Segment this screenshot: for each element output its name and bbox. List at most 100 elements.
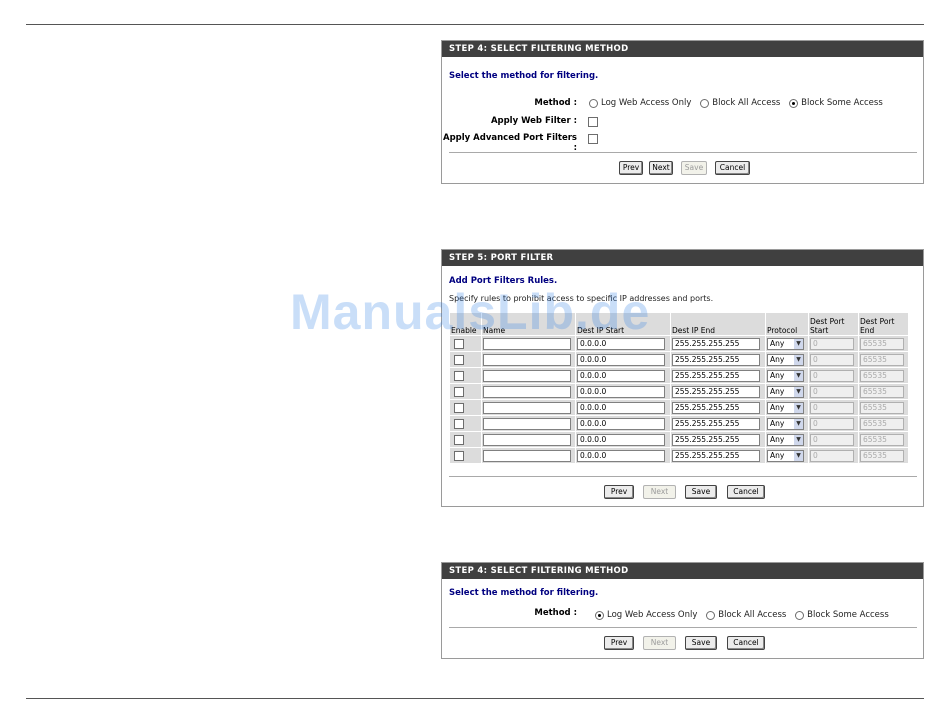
enable-checkbox[interactable] — [454, 434, 464, 445]
save-button[interactable]: Save — [685, 485, 717, 499]
chevron-down-icon[interactable]: ▼ — [794, 354, 803, 365]
dest-ip-end-input[interactable]: 255.255.255.255 — [672, 417, 760, 430]
protocol-select[interactable]: Any ▼ — [767, 401, 804, 414]
dest-ip-start-input[interactable]: 0.0.0.0 — [577, 369, 665, 382]
enable-checkbox[interactable] — [454, 354, 464, 365]
radio-icon-log[interactable] — [595, 610, 604, 620]
dest-port-end-input[interactable]: 65535 — [860, 449, 904, 462]
dest-ip-end-input[interactable]: 255.255.255.255 — [672, 449, 760, 462]
dest-ip-start-input[interactable]: 0.0.0.0 — [577, 433, 665, 446]
dest-ip-end-input[interactable]: 255.255.255.255 — [672, 337, 760, 350]
protocol-cell: Any ▼ — [765, 447, 809, 464]
next-button[interactable]: Next — [649, 161, 673, 175]
cancel-button[interactable]: Cancel — [727, 636, 765, 650]
protocol-select[interactable]: Any ▼ — [767, 337, 804, 350]
chevron-down-icon[interactable]: ▼ — [794, 386, 803, 397]
enable-checkbox[interactable] — [454, 402, 464, 413]
save-button[interactable]: Save — [681, 161, 707, 175]
next-button[interactable]: Next — [643, 636, 676, 650]
dest-ip-end-input[interactable]: 255.255.255.255 — [672, 369, 760, 382]
name-input[interactable] — [483, 337, 571, 350]
dest-port-start-input[interactable]: 0 — [810, 417, 854, 430]
dest-port-start-input[interactable]: 0 — [810, 337, 854, 350]
divider — [449, 627, 917, 628]
protocol-select[interactable]: Any ▼ — [767, 433, 804, 446]
chevron-down-icon[interactable]: ▼ — [794, 418, 803, 429]
dest-port-start-input[interactable]: 0 — [810, 385, 854, 398]
protocol-select[interactable]: Any ▼ — [767, 385, 804, 398]
dest-port-start-input[interactable]: 0 — [810, 449, 854, 462]
next-button[interactable]: Next — [643, 485, 676, 499]
dest-port-end-input[interactable]: 65535 — [860, 417, 904, 430]
chevron-down-icon[interactable]: ▼ — [794, 370, 803, 381]
port-end-cell: 65535 — [858, 447, 909, 464]
name-input[interactable] — [483, 433, 571, 446]
divider — [449, 476, 917, 477]
dest-port-end-input[interactable]: 65535 — [860, 385, 904, 398]
ip-start-cell: 0.0.0.0 — [575, 415, 671, 432]
save-button[interactable]: Save — [685, 636, 717, 650]
name-input[interactable] — [483, 417, 571, 430]
name-input[interactable] — [483, 385, 571, 398]
name-input[interactable] — [483, 369, 571, 382]
dest-port-end-input[interactable]: 65535 — [860, 401, 904, 414]
dest-ip-start-input[interactable]: 0.0.0.0 — [577, 449, 665, 462]
dest-ip-end-input[interactable]: 255.255.255.255 — [672, 385, 760, 398]
protocol-value: Any — [770, 386, 785, 396]
prev-button[interactable]: Prev — [604, 636, 634, 650]
enable-checkbox[interactable] — [454, 370, 464, 381]
port-start-cell: 0 — [808, 431, 859, 448]
radio-icon-block-some[interactable] — [789, 98, 799, 108]
radio-icon-block-all[interactable] — [706, 610, 716, 620]
col-dest-ip-start: Dest IP Start — [575, 312, 671, 336]
panel-title: STEP 4: SELECT FILTERING METHOD — [442, 41, 923, 57]
panel-subtitle: Add Port Filters Rules. — [449, 276, 558, 286]
chevron-down-icon[interactable]: ▼ — [794, 338, 803, 349]
dest-port-end-input[interactable]: 65535 — [860, 433, 904, 446]
name-input[interactable] — [483, 401, 571, 414]
chevron-down-icon[interactable]: ▼ — [794, 450, 803, 461]
radio-icon-log[interactable] — [589, 98, 598, 108]
port-end-cell: 65535 — [858, 383, 909, 400]
prev-button[interactable]: Prev — [619, 161, 643, 175]
protocol-value: Any — [770, 402, 785, 412]
radio-icon-block-all[interactable] — [700, 98, 710, 108]
dest-ip-start-input[interactable]: 0.0.0.0 — [577, 353, 665, 366]
name-input[interactable] — [483, 353, 571, 366]
dest-port-start-input[interactable]: 0 — [810, 401, 854, 414]
cancel-button[interactable]: Cancel — [715, 161, 750, 175]
apply-adv-port-checkbox[interactable] — [588, 134, 598, 144]
protocol-value: Any — [770, 354, 785, 364]
apply-web-filter-checkbox[interactable] — [588, 117, 598, 127]
enable-checkbox[interactable] — [454, 418, 464, 429]
dest-port-end-input[interactable]: 65535 — [860, 369, 904, 382]
dest-ip-start-input[interactable]: 0.0.0.0 — [577, 417, 665, 430]
enable-checkbox[interactable] — [454, 386, 464, 397]
dest-port-start-input[interactable]: 0 — [810, 433, 854, 446]
dest-port-end-input[interactable]: 65535 — [860, 337, 904, 350]
dest-ip-start-input[interactable]: 0.0.0.0 — [577, 385, 665, 398]
protocol-select[interactable]: Any ▼ — [767, 417, 804, 430]
dest-ip-start-input[interactable]: 0.0.0.0 — [577, 401, 665, 414]
radio-icon-block-some[interactable] — [795, 610, 805, 620]
enable-checkbox[interactable] — [454, 338, 464, 349]
protocol-select[interactable]: Any ▼ — [767, 353, 804, 366]
dest-port-end-input[interactable]: 65535 — [860, 353, 904, 366]
dest-ip-start-input[interactable]: 0.0.0.0 — [577, 337, 665, 350]
prev-button[interactable]: Prev — [604, 485, 634, 499]
dest-ip-end-input[interactable]: 255.255.255.255 — [672, 433, 760, 446]
dest-ip-end-input[interactable]: 255.255.255.255 — [672, 401, 760, 414]
dest-ip-end-input[interactable]: 255.255.255.255 — [672, 353, 760, 366]
protocol-select[interactable]: Any ▼ — [767, 449, 804, 462]
chevron-down-icon[interactable]: ▼ — [794, 402, 803, 413]
enable-checkbox[interactable] — [454, 450, 464, 461]
chevron-down-icon[interactable]: ▼ — [794, 434, 803, 445]
protocol-value: Any — [770, 418, 785, 428]
dest-port-start-input[interactable]: 0 — [810, 369, 854, 382]
dest-port-start-input[interactable]: 0 — [810, 353, 854, 366]
cancel-button[interactable]: Cancel — [727, 485, 765, 499]
protocol-select[interactable]: Any ▼ — [767, 369, 804, 382]
name-input[interactable] — [483, 449, 571, 462]
ip-end-cell: 255.255.255.255 — [670, 335, 766, 352]
name-cell — [481, 399, 576, 416]
